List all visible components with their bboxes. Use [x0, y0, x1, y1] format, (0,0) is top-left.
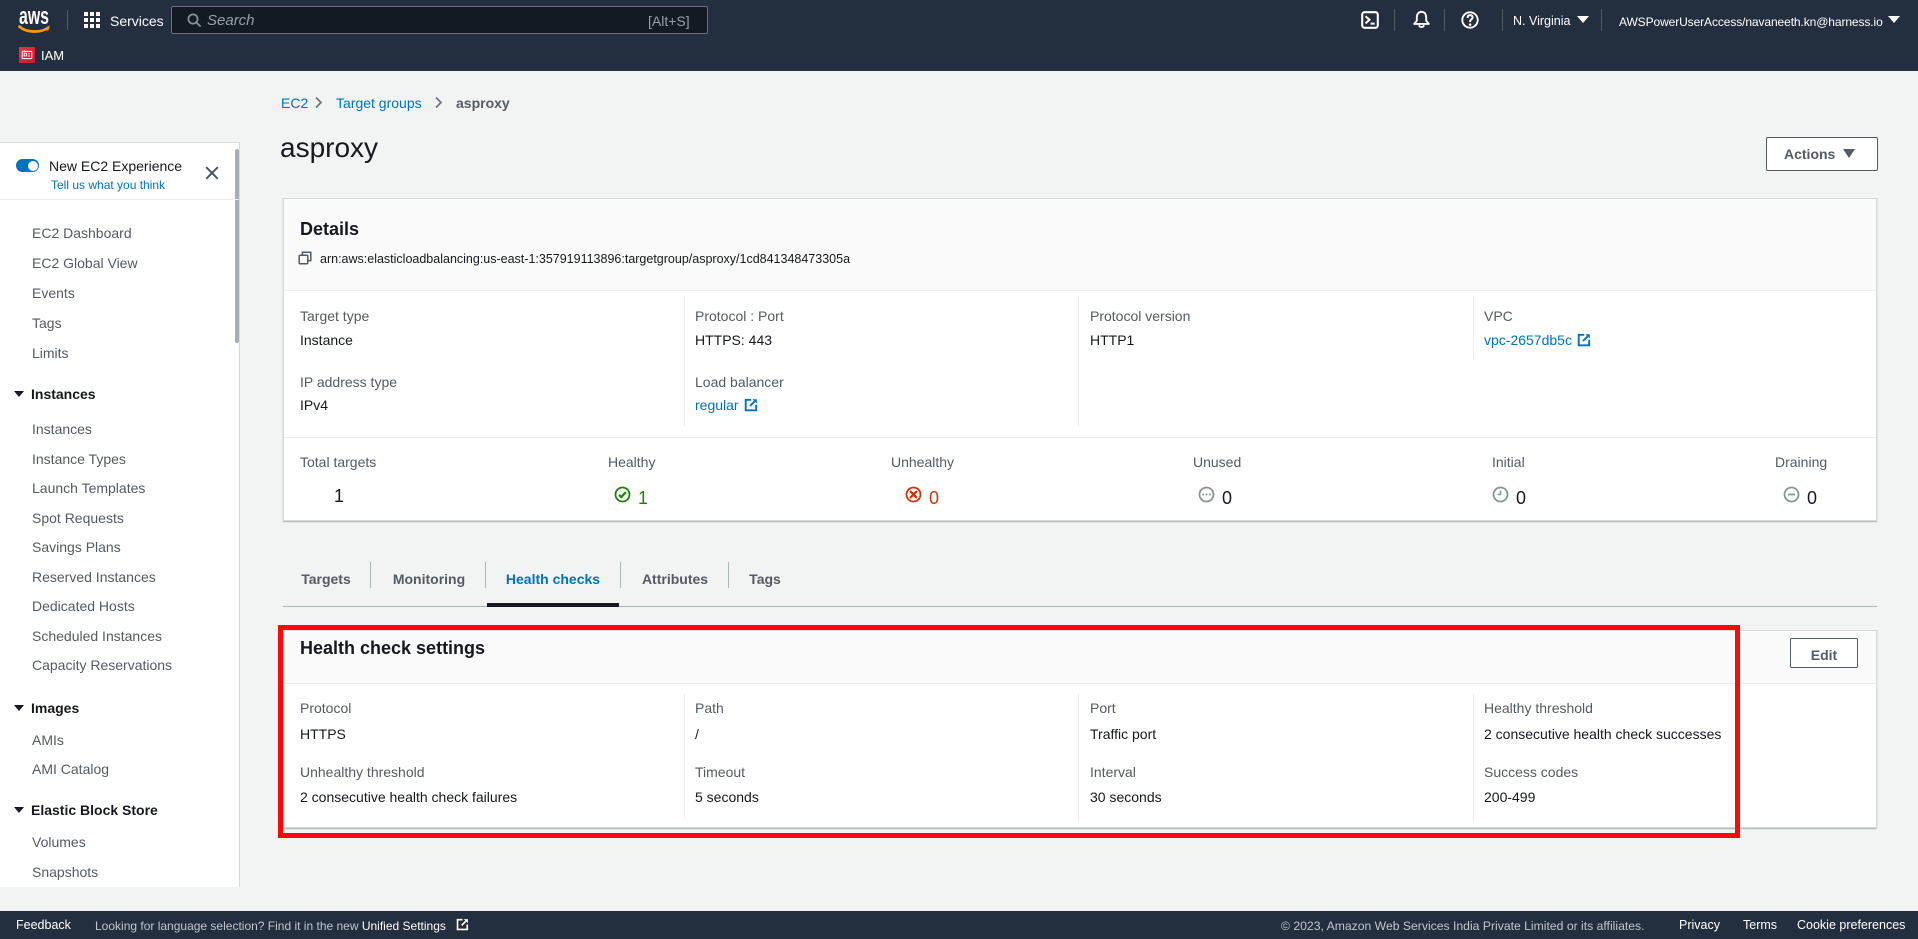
svg-text:aws: aws: [19, 6, 49, 30]
